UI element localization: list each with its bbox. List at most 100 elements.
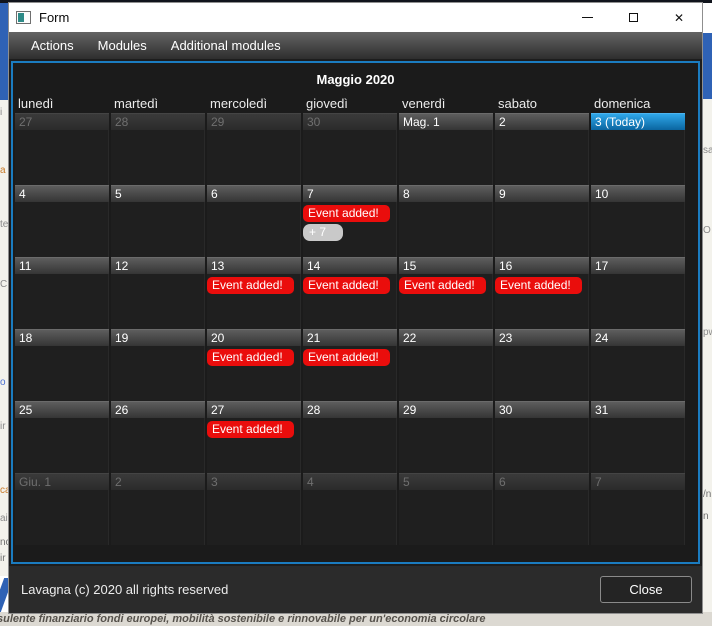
event-badge[interactable]: Event added! (303, 277, 390, 294)
minimize-icon (581, 17, 593, 18)
calendar-cell[interactable]: 23 (495, 329, 589, 401)
calendar-cell[interactable]: 7 Event added! + 7 (303, 185, 397, 257)
calendar-cell[interactable]: 7 (591, 473, 685, 545)
cell-date-label: Mag. 1 (399, 113, 493, 130)
calendar-cell[interactable]: 19 (111, 329, 205, 401)
event-badge[interactable]: Event added! (207, 277, 294, 294)
background-text-fragment: ir (0, 553, 6, 564)
event-badge[interactable]: Event added! (399, 277, 486, 294)
background-bottom-text: sulente finanziario fondi europei, mobil… (0, 612, 712, 626)
cell-date-label: 23 (495, 329, 589, 346)
calendar-cell[interactable]: 15 Event added! (399, 257, 493, 329)
cell-body (495, 346, 589, 401)
cell-body (207, 130, 301, 185)
menu-modules[interactable]: Modules (86, 32, 159, 59)
close-window-button[interactable]: ✕ (656, 3, 702, 32)
cell-body (15, 130, 109, 185)
calendar-cell[interactable]: 14 Event added! (303, 257, 397, 329)
menu-actions[interactable]: Actions (19, 32, 86, 59)
calendar-cell[interactable]: 11 (15, 257, 109, 329)
calendar-cell[interactable]: 31 (591, 401, 685, 473)
cell-body (303, 130, 397, 185)
cell-date-label: 3 (207, 473, 301, 490)
calendar-cell[interactable]: 4 (303, 473, 397, 545)
close-button[interactable]: Close (600, 576, 692, 603)
cell-date-label: 22 (399, 329, 493, 346)
event-badge[interactable]: Event added! (207, 421, 294, 438)
calendar-cell[interactable]: 10 (591, 185, 685, 257)
cell-body (207, 490, 301, 545)
calendar-cell[interactable]: 27 Event added! (207, 401, 301, 473)
calendar-cell[interactable]: 6 (495, 473, 589, 545)
calendar-cell[interactable]: 4 (15, 185, 109, 257)
calendar-cell[interactable]: 9 (495, 185, 589, 257)
weekday-label: giovedì (306, 95, 348, 111)
event-badge[interactable]: Event added! (303, 349, 390, 366)
cell-date-label: 13 (207, 257, 301, 274)
menu-additional-modules[interactable]: Additional modules (159, 32, 293, 59)
cell-date-label: 2 (495, 113, 589, 130)
event-badge[interactable]: Event added! (303, 205, 390, 222)
cell-body (111, 418, 205, 473)
window-controls: ✕ (564, 3, 702, 32)
background-blue-block-left (0, 3, 8, 100)
calendar-cell[interactable]: 5 (399, 473, 493, 545)
cell-body: Event added! (399, 274, 493, 329)
calendar-cell[interactable]: 30 (495, 401, 589, 473)
titlebar: Form ✕ (9, 3, 702, 32)
calendar-cell[interactable]: 29 (207, 113, 301, 185)
cell-date-label: 29 (399, 401, 493, 418)
cell-date-label: 7 (591, 473, 685, 490)
calendar-cell[interactable]: 20 Event added! (207, 329, 301, 401)
maximize-button[interactable] (610, 3, 656, 32)
menubar: Actions Modules Additional modules (9, 32, 702, 59)
cell-body (591, 346, 685, 401)
calendar-cell[interactable]: 13 Event added! (207, 257, 301, 329)
cell-body (111, 346, 205, 401)
minimize-button[interactable] (564, 3, 610, 32)
copyright-text: Lavagna (c) 2020 all rights reserved (21, 582, 229, 597)
calendar-cell[interactable]: 24 (591, 329, 685, 401)
calendar-cell[interactable]: 29 (399, 401, 493, 473)
cell-body (591, 274, 685, 329)
calendar-cell[interactable]: 3 (207, 473, 301, 545)
cell-date-label: 29 (207, 113, 301, 130)
calendar-cell[interactable]: 3 (Today) (591, 113, 685, 185)
more-events-chip[interactable]: + 7 (303, 224, 343, 241)
calendar-cell[interactable]: 26 (111, 401, 205, 473)
calendar-cell[interactable]: 6 (207, 185, 301, 257)
cell-date-label: 27 (15, 113, 109, 130)
calendar-cell[interactable]: 22 (399, 329, 493, 401)
calendar-cell[interactable]: Mag. 1 (399, 113, 493, 185)
calendar-cell[interactable]: 8 (399, 185, 493, 257)
cell-body (303, 490, 397, 545)
calendar-cell[interactable]: 25 (15, 401, 109, 473)
calendar-cell[interactable]: 12 (111, 257, 205, 329)
event-badge[interactable]: Event added! (207, 349, 294, 366)
event-badge[interactable]: Event added! (495, 277, 582, 294)
calendar-cell[interactable]: 16 Event added! (495, 257, 589, 329)
cell-body (111, 490, 205, 545)
cell-date-label: 12 (111, 257, 205, 274)
calendar-cell[interactable]: 2 (495, 113, 589, 185)
calendar-cell[interactable]: 30 (303, 113, 397, 185)
weekday-label: venerdì (402, 95, 446, 111)
calendar-cell[interactable]: 5 (111, 185, 205, 257)
cell-body: Event added! (303, 274, 397, 329)
cell-date-label: 28 (303, 401, 397, 418)
cell-body (111, 130, 205, 185)
calendar-cell[interactable]: Giu. 1 (15, 473, 109, 545)
cell-body (399, 130, 493, 185)
calendar-cell[interactable]: 21 Event added! (303, 329, 397, 401)
calendar-cell[interactable]: 28 (111, 113, 205, 185)
calendar-cell[interactable]: 2 (111, 473, 205, 545)
background-page-text: sulente finanziario fondi europei, mobil… (0, 613, 486, 625)
calendar-cell[interactable]: 17 (591, 257, 685, 329)
calendar-widget: Maggio 2020 lunedì martedì mercoledì gioved… (11, 61, 700, 564)
calendar-cell[interactable]: 27 (15, 113, 109, 185)
cell-date-label: 7 (303, 185, 397, 202)
cell-body (591, 130, 685, 185)
calendar-cell[interactable]: 18 (15, 329, 109, 401)
cell-date-label: 24 (591, 329, 685, 346)
calendar-cell[interactable]: 28 (303, 401, 397, 473)
